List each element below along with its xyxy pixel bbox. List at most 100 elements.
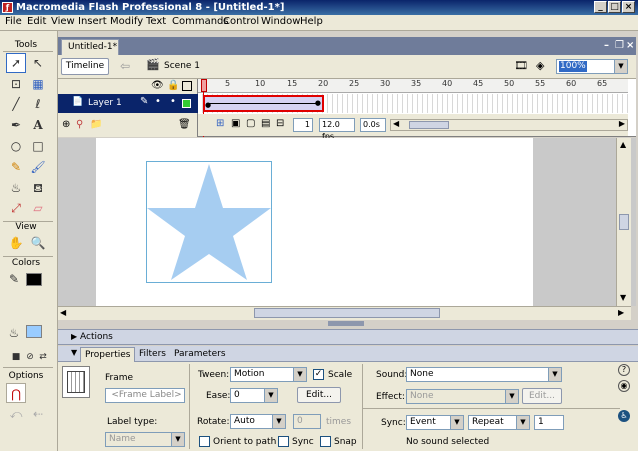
scroll-thumb[interactable] [254, 308, 440, 318]
oval-tool-icon[interactable]: ○ [6, 136, 26, 156]
chevron-down-icon[interactable]: ▼ [505, 390, 518, 403]
repeat-select[interactable]: Repeat ▼ [468, 415, 530, 430]
scroll-thumb[interactable] [619, 214, 629, 230]
paint-bucket-tool-icon[interactable]: ⛾ [28, 178, 48, 198]
menu-view[interactable]: View [51, 16, 75, 27]
onion-outline-icon[interactable]: ▢ [246, 118, 255, 129]
frame-ruler[interactable]: 1 5 10 15 20 25 30 35 40 45 50 55 60 65 [198, 79, 628, 93]
chevron-down-icon[interactable]: ▼ [450, 416, 463, 429]
minimize-button[interactable]: _ [594, 1, 607, 13]
outline-all-icon[interactable] [182, 81, 192, 91]
text-tool-icon[interactable]: A [28, 115, 48, 135]
modify-markers-icon[interactable]: ⊟ [276, 118, 284, 129]
hand-tool-icon[interactable]: ✋ [6, 233, 26, 253]
edit-multiple-frames-icon[interactable]: ▤ [261, 118, 270, 129]
tab-parameters[interactable]: Parameters [170, 347, 230, 362]
visible-dot-icon[interactable]: • [155, 96, 161, 107]
edit-symbols-icon[interactable]: ◈ [536, 59, 544, 72]
menu-insert[interactable]: Insert [78, 16, 107, 27]
delete-layer-icon[interactable]: 🗑 [178, 119, 191, 130]
repeat-count-input[interactable]: 1 [534, 415, 564, 430]
insert-layer-icon[interactable]: ⊕ [62, 119, 70, 130]
smooth-icon[interactable]: ⤺ [6, 404, 26, 424]
collapse-arrow-icon[interactable]: ▼ [71, 346, 77, 360]
sync-checkbox[interactable] [278, 436, 289, 447]
sync-select[interactable]: Event ▼ [406, 415, 464, 430]
stage-area[interactable]: ▲ ▼ [58, 138, 636, 306]
help-icon[interactable]: ? [618, 364, 630, 376]
document-tab[interactable]: Untitled-1* [61, 39, 119, 55]
timeline-hscrollbar[interactable]: ◀ ▶ [390, 119, 628, 131]
effect-edit-button[interactable]: Edit... [522, 388, 562, 404]
panel-collapse-handle[interactable] [328, 321, 364, 326]
fill-transform-tool-icon[interactable]: ▦ [28, 74, 48, 94]
eraser-tool-icon[interactable]: ▱ [28, 198, 48, 218]
scroll-down-icon[interactable]: ▼ [620, 293, 626, 302]
back-arrow-icon[interactable]: ⇦ [120, 59, 130, 73]
lock-dot-icon[interactable]: • [170, 96, 176, 107]
chevron-down-icon[interactable]: ▼ [548, 368, 561, 381]
menu-modify[interactable]: Modify [110, 16, 143, 27]
scroll-left-icon[interactable]: ◀ [60, 308, 66, 317]
onion-skin-icon[interactable]: ▣ [231, 118, 240, 129]
swap-colors-icon[interactable]: ⇄ [33, 347, 53, 367]
tween-select[interactable]: Motion ▼ [230, 367, 307, 382]
menu-file[interactable]: File [5, 16, 22, 27]
doc-minimize-icon[interactable]: – [604, 40, 609, 51]
scale-checkbox[interactable]: ✓ [313, 369, 324, 380]
outline-color-icon[interactable] [182, 99, 191, 108]
actions-panel-header[interactable]: ▶ Actions [58, 329, 638, 345]
chevron-down-icon[interactable]: ▼ [272, 415, 285, 428]
layer-row[interactable]: 📄 Layer 1 ✎ • • [58, 94, 198, 113]
rotate-times-input[interactable]: 0 [293, 414, 321, 429]
menu-edit[interactable]: Edit [27, 16, 46, 27]
tab-filters[interactable]: Filters [135, 347, 170, 362]
scroll-right-icon[interactable]: ▶ [618, 308, 624, 317]
ink-bottle-tool-icon[interactable]: ♨ [6, 178, 26, 198]
snap-checkbox[interactable] [320, 436, 331, 447]
pencil-tool-icon[interactable]: ✎ [6, 157, 26, 177]
lasso-tool-icon[interactable]: ℓ [28, 94, 48, 114]
menu-help[interactable]: Help [300, 16, 323, 27]
menu-text[interactable]: Text [146, 16, 166, 27]
frame-rate[interactable]: 12.0 fps [319, 118, 355, 141]
motion-tween-span[interactable]: ● ● [203, 95, 324, 112]
menu-control[interactable]: Control [223, 16, 259, 27]
ease-edit-button[interactable]: Edit... [297, 387, 341, 403]
effect-select[interactable]: None ▼ [406, 389, 519, 404]
doc-close-icon[interactable]: × [626, 40, 634, 51]
free-transform-tool-icon[interactable]: ⊡ [6, 74, 26, 94]
layer-name[interactable]: Layer 1 [88, 98, 122, 108]
frame-label-input[interactable]: <Frame Label> [105, 388, 185, 403]
menu-commands[interactable]: Commands [172, 16, 229, 27]
menu-window[interactable]: Window [261, 16, 300, 27]
frame-row[interactable]: ● ● [198, 94, 628, 113]
lock-all-icon[interactable]: 🔒 [167, 80, 179, 91]
star-shape[interactable] [146, 161, 272, 283]
edit-icon[interactable]: ◉ [618, 380, 630, 392]
chevron-down-icon[interactable]: ▼ [293, 368, 306, 381]
scroll-thumb[interactable] [409, 121, 449, 129]
maximize-button[interactable]: □ [608, 1, 621, 13]
edit-scene-icon[interactable]: 🎞 [514, 59, 528, 72]
stage-hscrollbar[interactable]: ◀ ▶ [58, 306, 631, 320]
scroll-right-icon[interactable]: ▶ [619, 119, 625, 128]
orient-to-path-checkbox[interactable] [199, 436, 210, 447]
sound-select[interactable]: None ▼ [406, 367, 562, 382]
close-button[interactable]: × [622, 1, 635, 13]
chevron-down-icon[interactable]: ▼ [614, 60, 627, 73]
add-motion-guide-icon[interactable]: ⚲ [76, 119, 83, 130]
selection-tool-icon[interactable]: ➚ [6, 53, 26, 73]
brush-tool-icon[interactable]: 🖌 [28, 157, 48, 177]
chevron-down-icon[interactable]: ▼ [516, 416, 529, 429]
fill-color-swatch[interactable] [26, 325, 42, 338]
center-frame-icon[interactable]: ⊞ [216, 118, 224, 129]
accessibility-icon[interactable]: ♿ [618, 410, 630, 422]
snap-to-objects-icon[interactable]: ⋂ [6, 383, 26, 403]
rotate-select[interactable]: Auto ▼ [230, 414, 286, 429]
eyedropper-tool-icon[interactable]: ⤢ [6, 198, 26, 218]
scroll-up-icon[interactable]: ▲ [620, 140, 626, 149]
timeline-toggle-button[interactable]: Timeline [61, 58, 109, 75]
stroke-color-swatch[interactable] [26, 273, 42, 286]
show-hide-all-icon[interactable]: 👁 [151, 80, 164, 91]
